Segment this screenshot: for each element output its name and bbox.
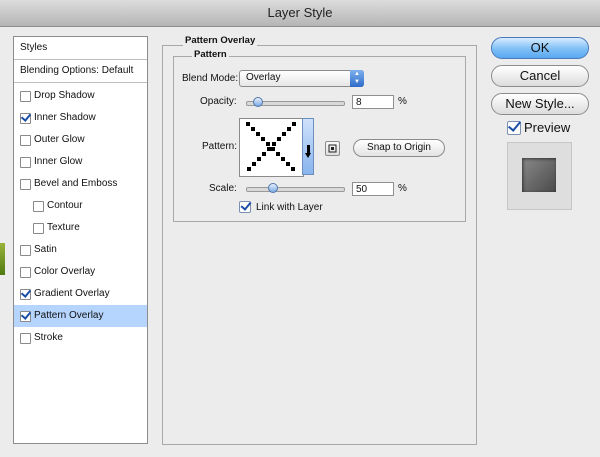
- blending-options-label: Blending Options: Default: [20, 65, 134, 76]
- styles-item-contour[interactable]: Contour: [14, 195, 147, 217]
- styles-item-checkbox[interactable]: [20, 135, 31, 146]
- pattern-dot: [291, 167, 295, 171]
- pattern-dot: [282, 132, 286, 136]
- styles-item-inner-glow[interactable]: Inner Glow: [14, 151, 147, 173]
- styles-item-label: Bevel and Emboss: [34, 178, 118, 189]
- styles-item-label: Texture: [47, 222, 80, 233]
- pattern-label: Pattern:: [202, 141, 238, 152]
- pattern-dot: [276, 152, 280, 156]
- blending-options-item[interactable]: Blending Options: Default: [14, 60, 147, 83]
- pattern-dot: [266, 142, 270, 146]
- styles-item-label: Stroke: [34, 332, 63, 343]
- link-with-layer-label: Link with Layer: [256, 202, 323, 213]
- styles-item-color-overlay[interactable]: Color Overlay: [14, 261, 147, 283]
- pattern-dot: [277, 137, 281, 141]
- styles-item-label: Inner Shadow: [34, 112, 96, 123]
- panel-title: Pattern Overlay: [183, 35, 258, 46]
- pattern-swatch[interactable]: [239, 118, 304, 177]
- styles-item-outer-glow[interactable]: Outer Glow: [14, 129, 147, 151]
- background-canvas-edge: [0, 243, 5, 275]
- styles-item-checkbox[interactable]: [33, 201, 44, 212]
- window-title: Layer Style: [0, 0, 600, 27]
- pattern-dot: [281, 157, 285, 161]
- cancel-button[interactable]: Cancel: [491, 65, 589, 87]
- styles-item-stroke[interactable]: Stroke: [14, 327, 147, 349]
- styles-item-checkbox[interactable]: [20, 289, 31, 300]
- pattern-dot: [247, 167, 251, 171]
- pattern-dot: [271, 147, 275, 151]
- opacity-percent: %: [398, 96, 407, 107]
- opacity-label: Opacity:: [200, 96, 237, 107]
- pattern-x-icon: [246, 122, 296, 171]
- styles-item-label: Satin: [34, 244, 57, 255]
- styles-item-texture[interactable]: Texture: [14, 217, 147, 239]
- style-preview-thumbnail: [507, 142, 572, 210]
- pattern-dot: [272, 142, 276, 146]
- layer-style-dialog: Layer Style Styles Blending Options: Def…: [0, 0, 600, 457]
- create-preset-button[interactable]: [325, 141, 340, 156]
- opacity-slider-knob[interactable]: [252, 97, 263, 107]
- styles-item-satin[interactable]: Satin: [14, 239, 147, 261]
- styles-item-drop-shadow[interactable]: Drop Shadow: [14, 85, 147, 107]
- styles-header[interactable]: Styles: [14, 37, 147, 60]
- blend-mode-value: Overlay: [246, 72, 281, 83]
- blend-mode-label: Blend Mode:: [182, 73, 239, 84]
- scale-input[interactable]: 50: [352, 182, 394, 196]
- picker-arrow-icon: [305, 145, 311, 158]
- styles-list: Styles Blending Options: Default Drop Sh…: [13, 36, 148, 444]
- pattern-dot: [261, 137, 265, 141]
- styles-header-label: Styles: [20, 42, 48, 53]
- pattern-dot: [257, 157, 261, 161]
- scale-percent: %: [398, 183, 407, 194]
- pattern-dot: [252, 162, 256, 166]
- pattern-dot: [251, 127, 255, 131]
- styles-item-label: Pattern Overlay: [34, 310, 104, 321]
- scale-label: Scale:: [209, 183, 237, 194]
- styles-item-label: Gradient Overlay: [34, 288, 110, 299]
- preview-label: Preview: [524, 120, 571, 135]
- opacity-input[interactable]: 8: [352, 95, 394, 109]
- pattern-dot: [287, 127, 291, 131]
- styles-item-label: Inner Glow: [34, 156, 83, 167]
- pattern-dot: [256, 132, 260, 136]
- preview-swatch: [522, 158, 556, 192]
- group-title: Pattern: [192, 49, 229, 60]
- link-with-layer-checkbox[interactable]: [239, 201, 251, 213]
- styles-item-label: Outer Glow: [34, 134, 85, 145]
- pattern-dot: [246, 122, 250, 126]
- blend-mode-select[interactable]: Overlay ▲ ▼: [239, 70, 364, 87]
- pattern-dot: [292, 122, 296, 126]
- styles-item-checkbox[interactable]: [20, 333, 31, 344]
- styles-item-checkbox[interactable]: [20, 311, 31, 322]
- preview-checkbox[interactable]: [507, 121, 521, 135]
- styles-item-label: Color Overlay: [34, 266, 96, 277]
- scale-slider-track[interactable]: [246, 187, 345, 192]
- styles-item-label: Contour: [47, 200, 83, 211]
- styles-item-bevel-and-emboss[interactable]: Bevel and Emboss: [14, 173, 147, 195]
- pattern-dot: [286, 162, 290, 166]
- styles-item-checkbox[interactable]: [33, 223, 44, 234]
- styles-item-checkbox[interactable]: [20, 267, 31, 278]
- styles-item-label: Drop Shadow: [34, 90, 95, 101]
- styles-item-checkbox[interactable]: [20, 113, 31, 124]
- styles-item-checkbox[interactable]: [20, 245, 31, 256]
- new-style-button[interactable]: New Style...: [491, 93, 589, 115]
- new-preset-icon: [328, 144, 337, 153]
- styles-item-checkbox[interactable]: [20, 179, 31, 190]
- select-arrows-icon: ▲ ▼: [350, 70, 364, 87]
- ok-button[interactable]: OK: [491, 37, 589, 59]
- pattern-dot: [267, 147, 271, 151]
- styles-item-checkbox[interactable]: [20, 91, 31, 102]
- styles-item-gradient-overlay[interactable]: Gradient Overlay: [14, 283, 147, 305]
- pattern-picker-arrow[interactable]: [302, 118, 314, 175]
- styles-item-inner-shadow[interactable]: Inner Shadow: [14, 107, 147, 129]
- styles-item-pattern-overlay[interactable]: Pattern Overlay: [14, 305, 147, 327]
- snap-to-origin-button[interactable]: Snap to Origin: [353, 139, 445, 157]
- styles-item-checkbox[interactable]: [20, 157, 31, 168]
- pattern-dot: [262, 152, 266, 156]
